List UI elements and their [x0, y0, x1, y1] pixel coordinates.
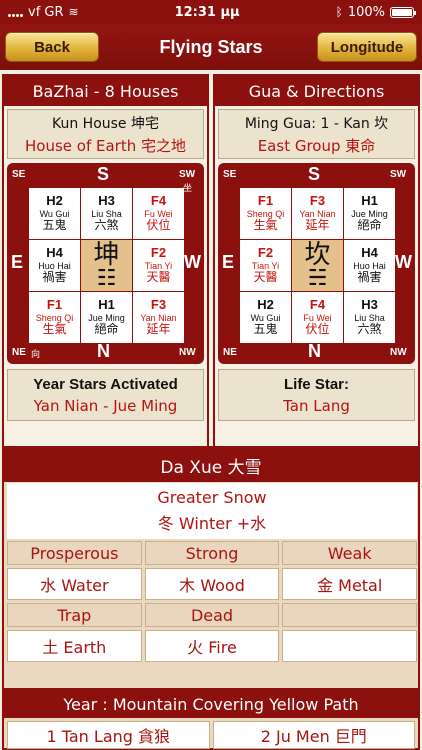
- direction-ne: NE: [12, 347, 26, 358]
- grid-cell[interactable]: F2 Tian Yi 天醫: [240, 240, 291, 291]
- trigram-center: 坤 ☷: [81, 240, 132, 291]
- direction-ne: NE: [223, 347, 237, 358]
- life-star-label: Life Star:: [283, 375, 349, 393]
- gua-panel: Gua & Directions Ming Gua: 1 - Kan 坎 Eas…: [213, 74, 420, 488]
- house-info: Kun House 坤宅 House of Earth 宅之地: [7, 109, 204, 159]
- trigram-center: 坎 ☵: [292, 240, 343, 291]
- back-button[interactable]: Back: [5, 32, 99, 62]
- grid-cell[interactable]: H1 Jue Ming 絕命: [344, 188, 395, 239]
- grid-cell[interactable]: F3 Yan Nian 延年: [292, 188, 343, 239]
- trigram-character: 坤: [93, 239, 120, 270]
- direction-se: SE: [223, 169, 237, 180]
- year-header: Year : Mountain Covering Yellow Path: [4, 690, 418, 718]
- clock: 12:31 μμ: [174, 4, 240, 20]
- grid-cell[interactable]: F4 Fu Wei 伏位: [292, 292, 343, 343]
- solar-term-name: Greater Snow: [157, 488, 267, 507]
- year-star-2: 2 Ju Men 巨門: [212, 721, 415, 749]
- label-dead: Dead: [144, 603, 280, 627]
- label-prosperous: Prosperous: [7, 541, 142, 565]
- grid-cell[interactable]: H3 Liu Sha 六煞: [344, 292, 395, 343]
- grid-cell[interactable]: H1 Jue Ming 絕命: [81, 292, 132, 343]
- main-content: BaZhai - 8 Houses Kun House 坤宅 House of …: [0, 70, 422, 750]
- direction-sw: SW: [390, 169, 407, 180]
- page-title: Flying Stars: [159, 36, 263, 57]
- wifi-icon: ≋: [68, 5, 79, 19]
- value-strong: 木 Wood: [144, 568, 280, 600]
- year-stars-value: Yan Nian - Jue Ming: [33, 396, 178, 415]
- grid-cell[interactable]: H4 Huo Hai 禍害: [344, 240, 395, 291]
- value-dead: 火 Fire: [144, 630, 280, 662]
- direction-s: S: [97, 164, 110, 184]
- navigation-bar: Back Flying Stars Longitude: [0, 24, 422, 70]
- year-stars-label: Year Stars Activated: [33, 375, 178, 393]
- solar-term-description: Greater Snow 冬 Winter +水: [7, 483, 417, 539]
- direction-w: W: [395, 252, 412, 272]
- bluetooth-icon: ᛒ: [335, 5, 343, 19]
- direction-se: SE: [12, 169, 26, 180]
- year-star-1: 1 Tan Lang 貪狼: [7, 721, 210, 749]
- year-panel: Year : Mountain Covering Yellow Path 1 T…: [2, 688, 420, 750]
- label-empty: [282, 603, 418, 627]
- status-bar: vf GR ≋ 12:31 μμ ᛒ 100%: [0, 0, 422, 24]
- gua-header: Gua & Directions: [215, 76, 418, 106]
- grid-cell[interactable]: F3 Yan Nian 延年: [133, 292, 184, 343]
- direction-s: S: [308, 164, 321, 184]
- grid-cell[interactable]: F4 Fu Wei 伏位: [133, 188, 184, 239]
- house-description: House of Earth 宅之地: [25, 136, 186, 155]
- battery-percent: 100%: [347, 4, 385, 20]
- gua-grid: F1 Sheng Qi 生氣 F3 Yan Nian 延年 H1 Jue Ming 絕命 F…: [239, 187, 395, 343]
- signal-icon: [8, 7, 23, 17]
- life-star-value: Tan Lang: [283, 396, 350, 415]
- sitting-mark: 坐: [183, 184, 193, 194]
- grid-cell[interactable]: F1 Sheng Qi 生氣: [29, 292, 80, 343]
- direction-n: N: [308, 341, 321, 361]
- value-weak: 金 Metal: [282, 568, 418, 600]
- trigram-character: 坎: [304, 239, 331, 270]
- life-star-box: Life Star: Tan Lang: [218, 369, 415, 421]
- carrier-label: vf GR: [28, 4, 64, 20]
- value-trap: 土 Earth: [7, 630, 142, 662]
- direction-nw: NW: [179, 347, 196, 358]
- grid-cell[interactable]: H2 Wu Gui 五鬼: [29, 188, 80, 239]
- year-stars-box: Year Stars Activated Yan Nian - Jue Ming: [7, 369, 204, 421]
- direction-nw: NW: [390, 347, 407, 358]
- battery-icon: [390, 6, 416, 18]
- solar-term-season: 冬 Winter +水: [157, 514, 267, 533]
- gua-info: Ming Gua: 1 - Kan 坎 East Group 東命: [218, 109, 415, 159]
- solar-term-header: Da Xue 大雪: [4, 448, 418, 482]
- label-weak: Weak: [282, 541, 418, 565]
- direction-sw: SW: [179, 169, 196, 180]
- solar-term-panel: Da Xue 大雪 Greater Snow 冬 Winter +水 Prosp…: [2, 446, 420, 702]
- label-strong: Strong: [144, 541, 280, 565]
- direction-e: E: [222, 252, 235, 272]
- trigram-icon: ☷: [96, 265, 117, 291]
- ming-gua: Ming Gua: 1 - Kan 坎: [244, 115, 389, 132]
- house-name: Kun House 坤宅: [51, 115, 159, 132]
- direction-w: W: [184, 252, 201, 272]
- facing-mark: 向: [31, 350, 41, 360]
- trigram-icon: ☵: [307, 265, 328, 291]
- grid-cell[interactable]: F1 Sheng Qi 生氣: [240, 188, 291, 239]
- value-prosperous: 水 Water: [7, 568, 142, 600]
- label-trap: Trap: [7, 603, 142, 627]
- grid-cell[interactable]: F2 Tian Yi 天醫: [133, 240, 184, 291]
- bazhai-header: BaZhai - 8 Houses: [4, 76, 207, 106]
- grid-cell[interactable]: H3 Liu Sha 六煞: [81, 188, 132, 239]
- gua-compass: SE S SW E W NE N NW F1 Sheng Qi 生氣 F3 Yan N…: [218, 163, 415, 364]
- bazhai-grid: H2 Wu Gui 五鬼 H3 Liu Sha 六煞 F4 Fu Wei 伏位 H4 Huo …: [28, 187, 184, 343]
- direction-e: E: [11, 252, 24, 272]
- bazhai-panel: BaZhai - 8 Houses Kun House 坤宅 House of …: [2, 74, 209, 488]
- direction-n: N: [97, 341, 110, 361]
- group-name: East Group 東命: [257, 136, 376, 155]
- value-empty: [282, 630, 418, 662]
- grid-cell[interactable]: H4 Huo Hai 禍害: [29, 240, 80, 291]
- grid-cell[interactable]: H2 Wu Gui 五鬼: [240, 292, 291, 343]
- element-strength-table: Prosperous Strong Weak 水 Water 木 Wood 金 …: [7, 541, 418, 665]
- longitude-button[interactable]: Longitude: [317, 32, 417, 62]
- bazhai-compass: SE S SW 坐 E W NE 向 N NW H2 Wu Gui 五鬼 H3 Liu…: [7, 163, 204, 364]
